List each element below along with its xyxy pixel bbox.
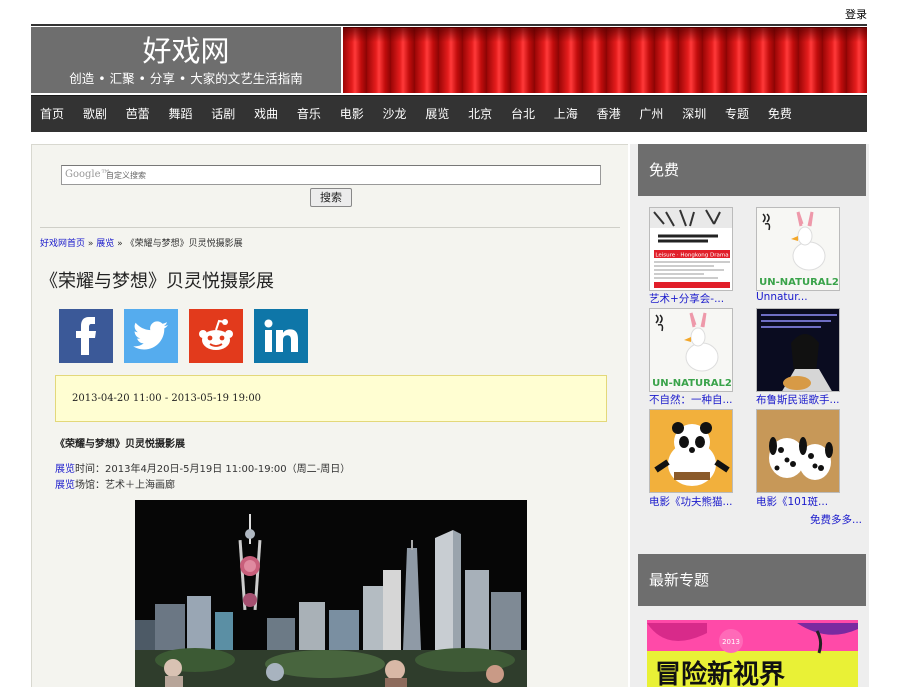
main-content: Google™ 自定义搜索 搜索 好戏网首页 » 展览 » 《荣耀与梦想》贝灵悦… [31,144,628,687]
poster-leisure-thumb[interactable]: Leisure · Hongkong Drama [649,207,733,291]
breadcrumb-current: 《荣耀与梦想》贝灵悦摄影展 [125,239,243,249]
poster-duck-thumb[interactable]: UN-NATURAL2 [756,207,840,291]
nav-item-hongkong[interactable]: 香港 [597,96,621,132]
breadcrumb-sep: » [87,239,94,249]
google-logo: Google™ [65,169,111,180]
nav-item-home[interactable]: 首页 [40,96,64,132]
search-input[interactable]: Google™ 自定义搜索 [61,165,601,185]
social-share-bar [59,309,308,363]
poster-singer-thumb[interactable] [756,308,840,392]
event-date-range: 2013-04-20 11:00 - 2013-05-19 19:00 [72,393,262,404]
exhibition-link[interactable]: 展览 [55,480,75,491]
sidebar: 免费 Leisure · Hongkong Drama 艺术+分享会-... U… [630,144,869,687]
breadcrumb-sep: » [117,239,123,249]
facebook-icon [76,317,96,355]
nav-item-free[interactable]: 免费 [768,96,792,132]
top-divider [31,24,867,26]
nav-item-film[interactable]: 电影 [340,96,364,132]
banner-year: 2013 [722,638,740,646]
nav-item-chinese-opera[interactable]: 戏曲 [254,96,278,132]
main-nav: 首页 歌剧 芭蕾 舞蹈 话剧 戏曲 音乐 电影 沙龙 展览 北京 台北 上海 香… [31,95,867,132]
breadcrumb-home[interactable]: 好戏网首页 [40,239,85,249]
sidebar-item-caption[interactable]: Unnatur... [756,291,808,303]
sidebar-topic-heading: 最新专题 [638,554,866,606]
exhibition-link[interactable]: 展览 [55,464,75,475]
exhibition-photo [135,500,527,687]
search-placeholder: 自定义搜索 [106,171,146,180]
poster-unnatural-text: UN-NATURAL2 [759,277,839,288]
poster-duck-thumb[interactable]: UN-NATURAL2 [649,308,733,392]
nav-item-ballet[interactable]: 芭蕾 [126,96,150,132]
nav-item-beijing[interactable]: 北京 [468,96,492,132]
nav-item-taipei[interactable]: 台北 [511,96,535,132]
reddit-icon [199,319,233,350]
sidebar-item-caption[interactable]: 不自然：一种自... [649,392,733,407]
sidebar-free-heading: 免费 [638,144,866,196]
sidebar-item-caption[interactable]: 布鲁斯民谣歌手... [756,392,840,407]
site-title: 好戏网 [142,34,230,68]
topic-banner[interactable]: 2013 冒险新视界 [647,620,858,687]
event-venue-text: 场馆：艺术＋上海画廊 [75,480,175,491]
banner-text: 冒险新视界 [655,659,785,687]
linkedin-icon [264,319,298,352]
curtain-banner-image [343,27,867,93]
divider [40,227,620,228]
breadcrumb: 好戏网首页 » 展览 » 《荣耀与梦想》贝灵悦摄影展 [40,236,243,249]
login-link[interactable]: 登录 [845,6,867,22]
site-brand[interactable]: 好戏网 创造 • 汇聚 • 分享 • 大家的文艺生活指南 [31,27,341,93]
event-date-box: 2013-04-20 11:00 - 2013-05-19 19:00 [55,375,607,422]
nav-item-drama[interactable]: 话剧 [211,96,235,132]
event-time-text: 时间：2013年4月20日-5月19日 11:00-19:00（周二-周日） [75,464,351,475]
more-free-link[interactable]: 免费多多... [810,512,862,527]
event-venue: 展览场馆：艺术＋上海画廊 [55,476,175,491]
nav-item-music[interactable]: 音乐 [297,96,321,132]
search-button[interactable]: 搜索 [310,188,352,207]
poster-unnatural-text: UN-NATURAL2 [652,378,732,389]
nav-item-shenzhen[interactable]: 深圳 [682,96,706,132]
reddit-share-button[interactable] [189,309,243,363]
facebook-share-button[interactable] [59,309,113,363]
event-time: 展览时间：2013年4月20日-5月19日 11:00-19:00（周二-周日） [55,460,350,475]
page-title: 《荣耀与梦想》贝灵悦摄影展 [40,271,274,292]
poster-leisure-text: Leisure · Hongkong Drama [655,253,728,259]
nav-item-shanghai[interactable]: 上海 [554,96,578,132]
nav-item-topics[interactable]: 专题 [725,96,749,132]
site-tagline: 创造 • 汇聚 • 分享 • 大家的文艺生活指南 [69,71,303,86]
poster-panda-thumb[interactable] [649,409,733,493]
poster-dalmatians-thumb[interactable] [756,409,840,493]
sidebar-item-caption[interactable]: 艺术+分享会-... [649,291,724,306]
nav-item-opera[interactable]: 歌剧 [83,96,107,132]
article-subtitle: 《荣耀与梦想》贝灵悦摄影展 [55,439,185,450]
twitter-icon [133,321,168,350]
nav-item-salon[interactable]: 沙龙 [383,96,407,132]
sidebar-item-caption[interactable]: 电影《101斑... [756,494,828,509]
twitter-share-button[interactable] [124,309,178,363]
nav-item-dance[interactable]: 舞蹈 [168,96,192,132]
nav-item-guangzhou[interactable]: 广州 [639,96,663,132]
linkedin-share-button[interactable] [254,309,308,363]
breadcrumb-section[interactable]: 展览 [96,239,114,249]
sidebar-item-caption[interactable]: 电影《功夫熊猫... [649,494,733,509]
nav-item-exhibition[interactable]: 展览 [425,96,449,132]
